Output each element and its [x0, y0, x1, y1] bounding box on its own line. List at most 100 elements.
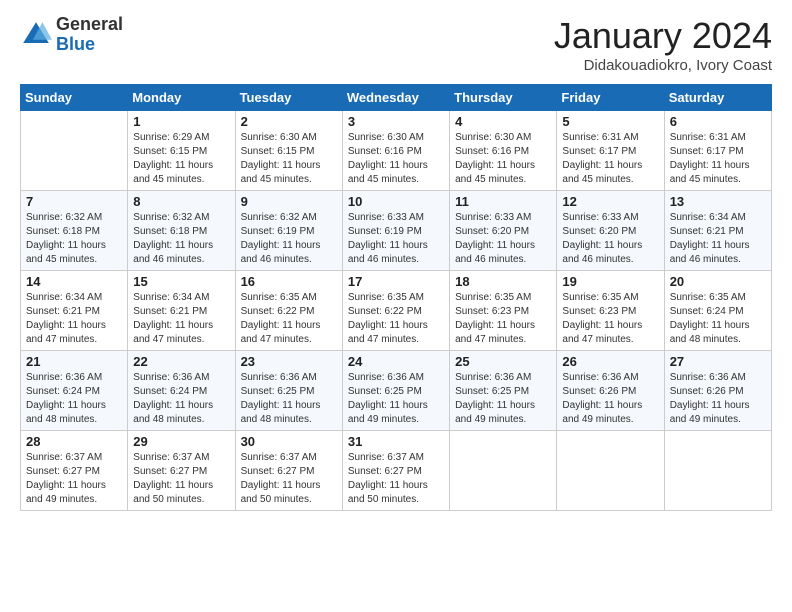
weekday-header: Saturday: [664, 85, 771, 111]
calendar-cell: 31 Sunrise: 6:37 AM Sunset: 6:27 PM Dayli…: [342, 431, 449, 511]
day-info: Sunrise: 6:37 AM Sunset: 6:27 PM Dayligh…: [241, 451, 337, 507]
day-number: 5: [562, 114, 658, 129]
weekday-header: Friday: [557, 85, 664, 111]
calendar-cell: 3 Sunrise: 6:30 AM Sunset: 6:16 PM Daylig…: [342, 111, 449, 191]
calendar-cell: 14Sunrise: 6:34 AM Sunset: 6:21 PM Dayli…: [21, 271, 128, 351]
page-container: General Blue January 2024 Didakouadiokro…: [0, 0, 792, 521]
weekday-header: Thursday: [450, 85, 557, 111]
weekday-header-row: SundayMondayTuesdayWednesdayThursdayFrid…: [21, 85, 772, 111]
day-info: Sunrise: 6:30 AM Sunset: 6:15 PM Dayligh…: [241, 131, 337, 187]
calendar-week-row: 1Sunrise: 6:29 AM Sunset: 6:15 PM Daylig…: [21, 111, 772, 191]
calendar-cell: 24Sunrise: 6:36 AM Sunset: 6:25 PM Dayli…: [342, 351, 449, 431]
calendar-cell: 30 Sunrise: 6:37 AM Sunset: 6:27 PM Dayli…: [235, 431, 342, 511]
day-info: Sunrise: 6:32 AM Sunset: 6:19 PM Dayligh…: [241, 211, 337, 267]
day-number: 20: [670, 274, 766, 289]
day-info: Sunrise: 6:35 AM Sunset: 6:22 PM Dayligh…: [348, 291, 444, 347]
day-number: 2: [241, 114, 337, 129]
day-info: Sunrise: 6:34 AM Sunset: 6:21 PM Dayligh…: [26, 291, 122, 347]
calendar-cell: 1Sunrise: 6:29 AM Sunset: 6:15 PM Daylig…: [128, 111, 235, 191]
day-number: 9: [241, 194, 337, 209]
day-info: Sunrise: 6:34 AM Sunset: 6:21 PM Dayligh…: [133, 291, 229, 347]
calendar-cell: 27Sunrise: 6:36 AM Sunset: 6:26 PM Dayli…: [664, 351, 771, 431]
day-number: 16: [241, 274, 337, 289]
logo-icon: [20, 19, 52, 51]
calendar-cell: 21 Sunrise: 6:36 AM Sunset: 6:24 PM Dayli…: [21, 351, 128, 431]
day-info: Sunrise: 6:34 AM Sunset: 6:21 PM Dayligh…: [670, 211, 766, 267]
day-info: Sunrise: 6:32 AM Sunset: 6:18 PM Dayligh…: [133, 211, 229, 267]
day-info: Sunrise: 6:36 AM Sunset: 6:26 PM Dayligh…: [670, 371, 766, 427]
title-block: January 2024 Didakouadiokro, Ivory Coast: [554, 15, 772, 74]
day-number: 15: [133, 274, 229, 289]
calendar-cell: 2 Sunrise: 6:30 AM Sunset: 6:15 PM Daylig…: [235, 111, 342, 191]
calendar-cell: 17 Sunrise: 6:35 AM Sunset: 6:22 PM Dayli…: [342, 271, 449, 351]
calendar-cell: [664, 431, 771, 511]
day-info: Sunrise: 6:35 AM Sunset: 6:24 PM Dayligh…: [670, 291, 766, 347]
calendar-cell: [557, 431, 664, 511]
day-number: 17: [348, 274, 444, 289]
day-number: 22: [133, 354, 229, 369]
day-info: Sunrise: 6:29 AM Sunset: 6:15 PM Dayligh…: [133, 131, 229, 187]
calendar-cell: 28Sunrise: 6:37 AM Sunset: 6:27 PM Dayli…: [21, 431, 128, 511]
weekday-header: Wednesday: [342, 85, 449, 111]
calendar-week-row: 28Sunrise: 6:37 AM Sunset: 6:27 PM Dayli…: [21, 431, 772, 511]
calendar-cell: 19 Sunrise: 6:35 AM Sunset: 6:23 PM Dayli…: [557, 271, 664, 351]
calendar-cell: 13 Sunrise: 6:34 AM Sunset: 6:21 PM Dayli…: [664, 191, 771, 271]
day-number: 30: [241, 434, 337, 449]
day-info: Sunrise: 6:30 AM Sunset: 6:16 PM Dayligh…: [455, 131, 551, 187]
calendar-cell: 23Sunrise: 6:36 AM Sunset: 6:25 PM Dayli…: [235, 351, 342, 431]
month-title: January 2024: [554, 15, 772, 57]
day-number: 26: [562, 354, 658, 369]
calendar-cell: 8 Sunrise: 6:32 AM Sunset: 6:18 PM Daylig…: [128, 191, 235, 271]
day-info: Sunrise: 6:32 AM Sunset: 6:18 PM Dayligh…: [26, 211, 122, 267]
day-info: Sunrise: 6:36 AM Sunset: 6:25 PM Dayligh…: [455, 371, 551, 427]
day-info: Sunrise: 6:33 AM Sunset: 6:20 PM Dayligh…: [562, 211, 658, 267]
logo: General Blue: [20, 15, 123, 55]
calendar-week-row: 21 Sunrise: 6:36 AM Sunset: 6:24 PM Dayli…: [21, 351, 772, 431]
day-info: Sunrise: 6:37 AM Sunset: 6:27 PM Dayligh…: [133, 451, 229, 507]
day-number: 7: [26, 194, 122, 209]
day-number: 11: [455, 194, 551, 209]
calendar-cell: 29Sunrise: 6:37 AM Sunset: 6:27 PM Dayli…: [128, 431, 235, 511]
day-number: 18: [455, 274, 551, 289]
day-info: Sunrise: 6:36 AM Sunset: 6:24 PM Dayligh…: [133, 371, 229, 427]
day-number: 3: [348, 114, 444, 129]
day-info: Sunrise: 6:33 AM Sunset: 6:20 PM Dayligh…: [455, 211, 551, 267]
day-info: Sunrise: 6:33 AM Sunset: 6:19 PM Dayligh…: [348, 211, 444, 267]
day-info: Sunrise: 6:35 AM Sunset: 6:23 PM Dayligh…: [562, 291, 658, 347]
calendar: SundayMondayTuesdayWednesdayThursdayFrid…: [20, 84, 772, 511]
day-info: Sunrise: 6:30 AM Sunset: 6:16 PM Dayligh…: [348, 131, 444, 187]
calendar-cell: 10Sunrise: 6:33 AM Sunset: 6:19 PM Dayli…: [342, 191, 449, 271]
location: Didakouadiokro, Ivory Coast: [554, 57, 772, 74]
day-number: 13: [670, 194, 766, 209]
calendar-cell: 9 Sunrise: 6:32 AM Sunset: 6:19 PM Daylig…: [235, 191, 342, 271]
day-number: 19: [562, 274, 658, 289]
day-info: Sunrise: 6:36 AM Sunset: 6:25 PM Dayligh…: [241, 371, 337, 427]
calendar-cell: 5Sunrise: 6:31 AM Sunset: 6:17 PM Daylig…: [557, 111, 664, 191]
calendar-cell: 12Sunrise: 6:33 AM Sunset: 6:20 PM Dayli…: [557, 191, 664, 271]
calendar-week-row: 14Sunrise: 6:34 AM Sunset: 6:21 PM Dayli…: [21, 271, 772, 351]
day-number: 31: [348, 434, 444, 449]
day-number: 6: [670, 114, 766, 129]
calendar-cell: 22 Sunrise: 6:36 AM Sunset: 6:24 PM Dayli…: [128, 351, 235, 431]
day-info: Sunrise: 6:37 AM Sunset: 6:27 PM Dayligh…: [348, 451, 444, 507]
calendar-cell: 16 Sunrise: 6:35 AM Sunset: 6:22 PM Dayli…: [235, 271, 342, 351]
day-info: Sunrise: 6:36 AM Sunset: 6:25 PM Dayligh…: [348, 371, 444, 427]
day-info: Sunrise: 6:37 AM Sunset: 6:27 PM Dayligh…: [26, 451, 122, 507]
logo-blue: Blue: [56, 35, 123, 55]
calendar-cell: 4 Sunrise: 6:30 AM Sunset: 6:16 PM Daylig…: [450, 111, 557, 191]
calendar-week-row: 7 Sunrise: 6:32 AM Sunset: 6:18 PM Daylig…: [21, 191, 772, 271]
day-info: Sunrise: 6:35 AM Sunset: 6:22 PM Dayligh…: [241, 291, 337, 347]
day-number: 4: [455, 114, 551, 129]
calendar-cell: 18 Sunrise: 6:35 AM Sunset: 6:23 PM Dayli…: [450, 271, 557, 351]
day-info: Sunrise: 6:36 AM Sunset: 6:24 PM Dayligh…: [26, 371, 122, 427]
calendar-cell: 6 Sunrise: 6:31 AM Sunset: 6:17 PM Daylig…: [664, 111, 771, 191]
day-info: Sunrise: 6:31 AM Sunset: 6:17 PM Dayligh…: [670, 131, 766, 187]
day-number: 21: [26, 354, 122, 369]
day-info: Sunrise: 6:35 AM Sunset: 6:23 PM Dayligh…: [455, 291, 551, 347]
calendar-cell: 7 Sunrise: 6:32 AM Sunset: 6:18 PM Daylig…: [21, 191, 128, 271]
header: General Blue January 2024 Didakouadiokro…: [20, 15, 772, 74]
calendar-cell: 26Sunrise: 6:36 AM Sunset: 6:26 PM Dayli…: [557, 351, 664, 431]
day-number: 8: [133, 194, 229, 209]
logo-text: General Blue: [56, 15, 123, 55]
weekday-header: Monday: [128, 85, 235, 111]
